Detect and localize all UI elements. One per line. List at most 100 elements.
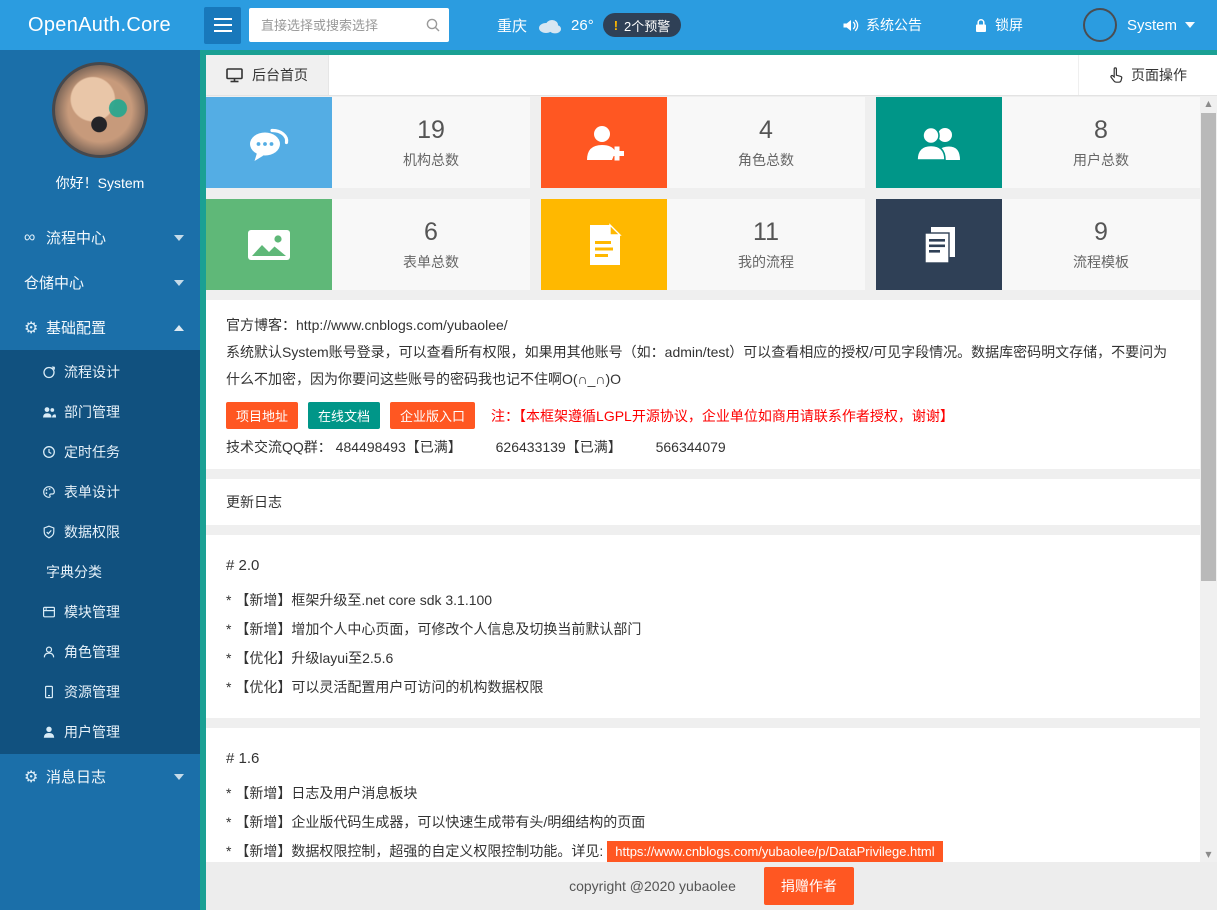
sidebar-item-resource-mgmt[interactable]: 资源管理 <box>0 672 200 712</box>
sidebar-item-storage-center[interactable]: 仓储中心 <box>0 260 200 305</box>
stat-card-my-flows[interactable]: 11 我的流程 <box>541 199 865 290</box>
qq-group: 626433139【已满】 <box>496 439 622 455</box>
speaker-icon <box>842 18 859 33</box>
sidebar: 你好！System ∞ 流程中心 仓储中心 ⚙ 基础配置 流程设计 <box>0 50 200 910</box>
sidebar-item-process-center[interactable]: ∞ 流程中心 <box>0 215 200 260</box>
warning-exclamation-icon: ! <box>614 18 618 33</box>
stat-card-org-total[interactable]: 19 机构总数 <box>206 97 530 188</box>
project-url-button[interactable]: 项目地址 <box>226 402 298 429</box>
changelog-v16-panel: # 1.6 * 【新增】日志及用户消息板块 * 【新增】企业版代码生成器，可以快… <box>206 728 1200 862</box>
weather-widget: 重庆 26° ! 2个预警 <box>497 13 681 37</box>
app-logo: OpenAuth.Core <box>0 14 200 37</box>
sidebar-item-data-permission[interactable]: 数据权限 <box>0 512 200 552</box>
stat-value: 4 <box>759 116 773 145</box>
chevron-down-icon <box>174 235 184 241</box>
stat-card-flow-templates[interactable]: 9 流程模板 <box>876 199 1200 290</box>
changelog-title-panel: 更新日志 <box>206 479 1200 525</box>
data-privilege-link[interactable]: https://www.cnblogs.com/yubaolee/p/DataP… <box>607 841 942 862</box>
role-icon <box>42 645 64 659</box>
blog-link[interactable]: http://www.cnblogs.com/yubaolee/ <box>296 317 508 333</box>
user-menu[interactable]: System <box>1127 17 1195 34</box>
chevron-up-icon <box>174 325 184 331</box>
infinity-icon: ∞ <box>24 229 46 247</box>
lock-icon <box>974 18 988 33</box>
sidebar-item-user-mgmt[interactable]: 用户管理 <box>0 712 200 752</box>
stat-card-role-total[interactable]: 4 角色总数 <box>541 97 865 188</box>
base-config-submenu: 流程设计 部门管理 定时任务 表单设计 <box>0 350 200 754</box>
qq-groups-line: 技术交流QQ群： 484498493【已满】 626433139【已满】 566… <box>226 437 1180 457</box>
enterprise-entry-button[interactable]: 企业版入口 <box>390 402 475 429</box>
monitor-icon <box>226 68 243 83</box>
changelog-item: * 【新增】增加个人中心页面，可修改个人信息及切换当前默认部门 <box>226 615 1180 644</box>
changelog-title: 更新日志 <box>226 494 282 510</box>
vertical-scrollbar[interactable]: ▲ ▼ <box>1200 96 1217 862</box>
sidebar-item-process-design[interactable]: 流程设计 <box>0 352 200 392</box>
stat-card-form-total[interactable]: 6 表单总数 <box>206 199 530 290</box>
hamburger-menu-button[interactable] <box>204 7 241 44</box>
stat-label: 我的流程 <box>738 252 794 272</box>
chevron-down-icon <box>174 774 184 780</box>
qq-group: 566344079 <box>656 439 726 455</box>
stat-value: 11 <box>753 218 779 247</box>
sidebar-item-message-log[interactable]: ⚙ 消息日志 <box>0 754 200 799</box>
sidebar-menu: ∞ 流程中心 仓储中心 ⚙ 基础配置 流程设计 部门管 <box>0 215 200 799</box>
copyright-text: copyright @2020 yubaolee <box>569 878 736 894</box>
stat-value: 9 <box>1094 218 1108 247</box>
qq-group: 484498493【已满】 <box>336 439 462 455</box>
version-heading: # 1.6 <box>226 750 1180 767</box>
gear-icon: ⚙ <box>24 318 46 338</box>
sidebar-item-dict-category[interactable]: 字典分类 <box>0 552 200 592</box>
cloud-icon <box>536 16 562 34</box>
tab-bar: 后台首页 页面操作 <box>206 55 1217 96</box>
stat-value: 6 <box>424 218 438 247</box>
main-content: 后台首页 页面操作 <box>200 50 1217 910</box>
search-icon[interactable] <box>425 17 441 33</box>
hamburger-icon <box>214 18 232 20</box>
weather-city: 重庆 <box>497 15 527 36</box>
avatar[interactable] <box>52 62 148 158</box>
changelog-item: * 【新增】数据权限控制，超强的自定义权限控制功能。详见:https://www… <box>226 837 1180 862</box>
scroll-down-arrow-icon[interactable]: ▼ <box>1200 847 1217 862</box>
sidebar-item-form-design[interactable]: 表单设计 <box>0 472 200 512</box>
online-docs-button[interactable]: 在线文档 <box>308 402 380 429</box>
page-scroll-area: 19 机构总数 4 角色总数 <box>206 96 1217 862</box>
system-announcement-button[interactable]: 系统公告 <box>842 15 922 35</box>
warning-count: 2个预警 <box>624 16 670 35</box>
changelog-item: * 【新增】企业版代码生成器，可以快速生成带有头/明细结构的页面 <box>226 808 1180 837</box>
sidebar-profile: 你好！System <box>0 50 200 193</box>
info-buttons-row: 项目地址 在线文档 企业版入口 注：【本框架遵循LGPL开源协议，企业单位如商用… <box>226 402 1180 429</box>
changelog-item: * 【优化】升级layui至2.5.6 <box>226 644 1180 673</box>
sidebar-item-module-mgmt[interactable]: 模块管理 <box>0 592 200 632</box>
chevron-down-icon <box>1185 22 1195 28</box>
sidebar-item-base-config[interactable]: ⚙ 基础配置 <box>0 305 200 350</box>
scrollbar-thumb[interactable] <box>1201 113 1216 581</box>
top-header: OpenAuth.Core 重庆 26° ! 2个预警 系统公告 <box>0 0 1217 50</box>
lock-screen-button[interactable]: 锁屏 <box>974 15 1023 35</box>
stat-card-user-total[interactable]: 8 用户总数 <box>876 97 1200 188</box>
tab-home[interactable]: 后台首页 <box>206 55 329 95</box>
users-icon <box>876 97 1002 188</box>
scroll-up-arrow-icon[interactable]: ▲ <box>1200 96 1217 111</box>
sidebar-item-role-mgmt[interactable]: 角色管理 <box>0 632 200 672</box>
chevron-down-icon <box>174 280 184 286</box>
search-input[interactable] <box>259 17 425 34</box>
image-icon <box>206 199 332 290</box>
documents-icon <box>876 199 1002 290</box>
license-note: 注：【本框架遵循LGPL开源协议，企业单位如商用请联系作者授权，谢谢】 <box>491 406 954 426</box>
blog-label: 官方博客： <box>226 317 296 333</box>
header-avatar[interactable] <box>1083 8 1117 42</box>
process-design-icon <box>42 365 64 379</box>
sidebar-item-scheduled-tasks[interactable]: 定时任务 <box>0 432 200 472</box>
donate-button[interactable]: 捐赠作者 <box>764 867 854 905</box>
weather-warning-badge[interactable]: ! 2个预警 <box>603 13 682 37</box>
qq-label: 技术交流QQ群： <box>226 439 332 455</box>
department-icon <box>42 405 64 419</box>
header-right-group: 系统公告 锁屏 System <box>790 8 1217 42</box>
tablet-icon <box>42 685 64 699</box>
sidebar-item-department-mgmt[interactable]: 部门管理 <box>0 392 200 432</box>
page-operations-button[interactable]: 页面操作 <box>1078 55 1217 95</box>
stat-value: 8 <box>1094 116 1108 145</box>
stat-label: 角色总数 <box>738 150 794 170</box>
palette-icon <box>42 485 64 499</box>
stat-label: 机构总数 <box>403 150 459 170</box>
